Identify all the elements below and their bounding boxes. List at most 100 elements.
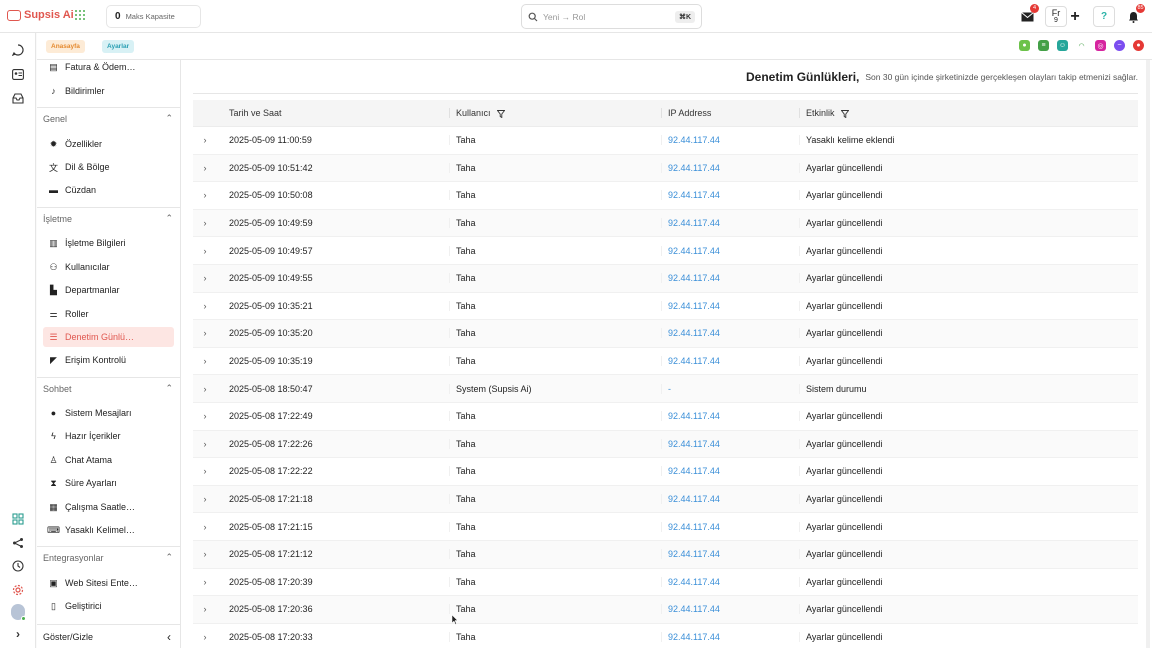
table-row[interactable]: › 2025-05-08 17:21:15 Taha 92.44.117.44 Ayar… [193, 513, 1138, 541]
sidebar-item-business-info[interactable]: ▥ İşletme Bilgileri [43, 233, 174, 253]
expand-chevron-icon[interactable]: › [193, 163, 217, 173]
sidebar-group-general[interactable]: Genel ⌃ [37, 107, 180, 129]
share-icon[interactable] [11, 536, 25, 550]
table-row[interactable]: › 2025-05-09 10:35:21 Taha 92.44.117.44 Ayar… [193, 292, 1138, 321]
sidebar-item-notifications[interactable]: ♪ Bildirimler [43, 81, 174, 101]
other-channel-icon[interactable]: ● [1133, 40, 1144, 51]
breadcrumb-home[interactable]: Anasayfa [46, 40, 85, 53]
row-ip[interactable]: 92.44.117.44 [661, 218, 799, 229]
livechat-icon[interactable]: ● [1019, 40, 1030, 51]
table-row[interactable]: › 2025-05-09 10:49:55 Taha 92.44.117.44 Ayar… [193, 264, 1138, 293]
sidebar-group-business[interactable]: İşletme ⌃ [37, 207, 180, 229]
row-ip[interactable]: 92.44.117.44 [661, 245, 799, 256]
sidebar-item-departments[interactable]: ▙ Departmanlar [43, 280, 174, 300]
sidebar-item-system-messages[interactable]: ● Sistem Mesajları [43, 403, 174, 423]
expand-chevron-icon[interactable]: › [193, 466, 217, 476]
row-ip[interactable]: 92.44.117.44 [661, 135, 799, 146]
sidebar-item-wallet[interactable]: ▬ Cüzdan [43, 180, 174, 200]
sidebar-item-time-settings[interactable]: ⧗ Süre Ayarları [43, 473, 174, 493]
chat-icon[interactable] [11, 43, 25, 57]
sidebar-item-roles[interactable]: ⚌ Roller [43, 304, 174, 324]
expand-chevron-icon[interactable]: › [193, 549, 217, 559]
dashboard-icon[interactable] [11, 512, 25, 526]
table-row[interactable]: › 2025-05-09 11:00:59 Taha 92.44.117.44 Yasa… [193, 127, 1138, 155]
sidebar-item-audit-log[interactable]: ☰ Denetim Günlü… [43, 327, 174, 347]
app-logo[interactable]: Supsis Ai [7, 9, 74, 21]
contacts-icon[interactable] [11, 67, 25, 81]
table-row[interactable]: › 2025-05-08 18:50:47 System (Supsis Ai) - S… [193, 375, 1138, 403]
table-row[interactable]: › 2025-05-08 17:21:18 Taha 92.44.117.44 Ayar… [193, 485, 1138, 514]
table-row[interactable]: › 2025-05-09 10:51:42 Taha 92.44.117.44 Ayar… [193, 154, 1138, 183]
expand-chevron-icon[interactable]: › [193, 522, 217, 532]
expand-chevron-icon[interactable]: › [193, 356, 217, 366]
scrollbar[interactable] [1146, 60, 1150, 648]
sidebar-item-features[interactable]: ✹ Özellikler [43, 134, 174, 154]
sidebar-item-access-control[interactable]: ◤ Erişim Kontrolü [43, 350, 174, 370]
row-ip[interactable]: 92.44.117.44 [661, 631, 799, 642]
agents-icon[interactable]: ☺ [1057, 40, 1068, 51]
table-row[interactable]: › 2025-05-09 10:35:20 Taha 92.44.117.44 Ayar… [193, 320, 1138, 348]
row-ip[interactable]: 92.44.117.44 [661, 328, 799, 339]
apps-grid-icon[interactable] [75, 10, 85, 20]
inbox-icon[interactable] [11, 91, 25, 105]
expand-chevron-icon[interactable]: › [193, 384, 217, 394]
table-row[interactable]: › 2025-05-09 10:50:08 Taha 92.44.117.44 Ayar… [193, 182, 1138, 210]
row-ip[interactable]: 92.44.117.44 [661, 190, 799, 201]
filter-icon[interactable] [497, 109, 506, 118]
row-ip[interactable]: 92.44.117.44 [661, 521, 799, 532]
expand-chevron-icon[interactable]: › [193, 439, 217, 449]
sidebar-toggle[interactable]: Göster/Gizle ‹ [37, 624, 180, 648]
notifications-button[interactable]: 85 [1122, 4, 1145, 27]
row-ip[interactable]: 92.44.117.44 [661, 604, 799, 615]
breadcrumb-settings[interactable]: Ayarlar [102, 40, 135, 53]
expand-chevron-icon[interactable]: › [193, 273, 217, 283]
row-ip[interactable]: 92.44.117.44 [661, 162, 799, 173]
capacity-widget[interactable]: 0 Maks Kapasite [106, 5, 201, 28]
sidebar-item-working-hours[interactable]: ▦ Çalışma Saatle… [43, 497, 174, 517]
expand-chevron-icon[interactable]: › [193, 218, 217, 228]
expand-chevron-icon[interactable]: › [193, 494, 217, 504]
table-row[interactable]: › 2025-05-08 17:21:12 Taha 92.44.117.44 Ayar… [193, 540, 1138, 569]
help-button[interactable]: ? [1093, 6, 1115, 27]
row-ip[interactable]: 92.44.117.44 [661, 549, 799, 560]
expand-chevron-icon[interactable]: › [193, 135, 217, 145]
expand-chevron-icon[interactable]: › [193, 190, 217, 200]
table-row[interactable]: › 2025-05-09 10:49:57 Taha 92.44.117.44 Ayar… [193, 237, 1138, 265]
row-ip[interactable]: 92.44.117.44 [661, 466, 799, 477]
row-ip[interactable]: 92.44.117.44 [661, 438, 799, 449]
expand-chevron-icon[interactable]: › [193, 604, 217, 614]
add-button[interactable]: + [1064, 6, 1086, 27]
sidebar-item-language[interactable]: 文 Dil & Bölge [43, 157, 174, 177]
table-row[interactable]: › 2025-05-09 10:49:59 Taha 92.44.117.44 Ayar… [193, 209, 1138, 238]
instagram-icon[interactable]: ◎ [1095, 40, 1106, 51]
sidebar-group-chat[interactable]: Sohbet ⌃ [37, 377, 180, 399]
sidebar-item-billing[interactable]: ▤ Fatura & Ödem… [43, 60, 174, 77]
sidebar-item-website-integration[interactable]: ▣ Web Sitesi Ente… [43, 573, 174, 593]
expand-chevron-icon[interactable]: › [11, 627, 25, 641]
avatar[interactable] [11, 604, 26, 621]
expand-chevron-icon[interactable]: › [193, 577, 217, 587]
expand-chevron-icon[interactable]: › [193, 246, 217, 256]
list-channel-icon[interactable]: ≡ [1038, 40, 1049, 51]
expand-chevron-icon[interactable]: › [193, 411, 217, 421]
row-ip[interactable]: 92.44.117.44 [661, 411, 799, 422]
row-ip[interactable]: 92.44.117.44 [661, 356, 799, 367]
sidebar-item-users[interactable]: ⚇ Kullanıcılar [43, 257, 174, 277]
messenger-icon[interactable]: ~ [1114, 40, 1125, 51]
row-ip[interactable]: 92.44.117.44 [661, 273, 799, 284]
wifi-icon[interactable]: ◠ [1076, 40, 1087, 51]
table-row[interactable]: › 2025-05-09 10:35:19 Taha 92.44.117.44 Ayar… [193, 347, 1138, 376]
table-row[interactable]: › 2025-05-08 17:20:33 Taha 92.44.117.44 Ayar… [193, 623, 1138, 648]
history-icon[interactable] [11, 559, 25, 573]
sidebar-item-chat-assignment[interactable]: ♙ Chat Atama [43, 450, 174, 470]
row-ip[interactable]: 92.44.117.44 [661, 300, 799, 311]
mail-button[interactable]: 4 [1016, 4, 1039, 27]
table-row[interactable]: › 2025-05-08 17:20:39 Taha 92.44.117.44 Ayar… [193, 568, 1138, 597]
search-input[interactable]: Yeni → Rol ⌘K [521, 4, 702, 29]
table-row[interactable]: › 2025-05-08 17:22:22 Taha 92.44.117.44 Ayar… [193, 458, 1138, 486]
table-row[interactable]: › 2025-05-08 17:20:36 Taha 92.44.117.44 Ayar… [193, 596, 1138, 624]
settings-gear-icon[interactable] [11, 583, 25, 597]
sidebar-item-banned-words[interactable]: ⌨ Yasaklı Kelimel… [43, 520, 174, 540]
filter-icon[interactable] [841, 109, 850, 118]
expand-chevron-icon[interactable]: › [193, 301, 217, 311]
